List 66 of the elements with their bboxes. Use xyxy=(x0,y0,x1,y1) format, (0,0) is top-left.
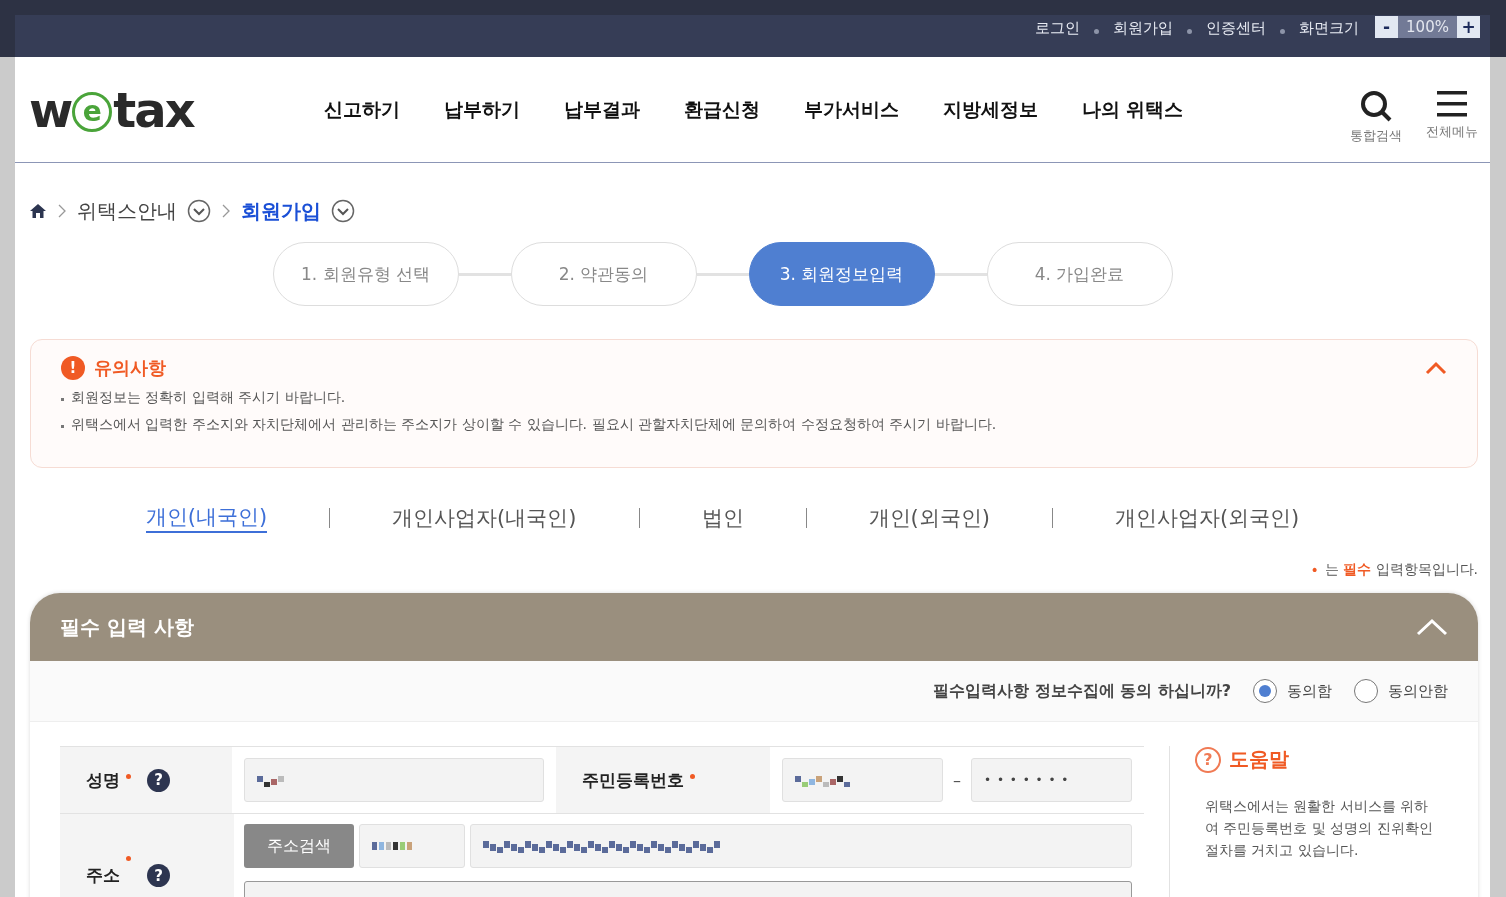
radio-button[interactable] xyxy=(1253,679,1277,703)
separator-dot xyxy=(1187,28,1192,34)
notice-text: 회원정보는 정확히 입력해 주시기 바랍니다. xyxy=(61,389,1447,407)
step-indicator: 3. 회원정보입력 xyxy=(748,242,935,306)
menu-icon xyxy=(1436,88,1468,119)
member-type-tab[interactable]: 개인(내국인) xyxy=(145,503,268,533)
separator-dot xyxy=(1280,28,1285,34)
id-number-field[interactable] xyxy=(782,758,943,802)
step-indicator: 1. 회원유형 선택 xyxy=(272,242,459,306)
nav-item[interactable]: 납부결과 xyxy=(563,96,640,123)
required-note: 는 필수 입력항목입니다. xyxy=(1324,561,1478,579)
zoom-level: 100% xyxy=(1398,16,1457,38)
home-icon[interactable] xyxy=(29,203,47,219)
radio-label[interactable]: 동의안함 xyxy=(1388,681,1448,701)
chevron-right-icon xyxy=(57,203,67,219)
radio-button[interactable] xyxy=(1354,679,1378,703)
member-type-tab[interactable]: 개인(외국인) xyxy=(868,504,990,532)
notice-title: 유의사항 xyxy=(94,356,166,380)
search-icon xyxy=(1359,88,1393,123)
chevron-right-icon xyxy=(221,203,231,219)
radio-label[interactable]: 동의함 xyxy=(1287,681,1332,701)
field-label: 성명 xyxy=(86,768,120,792)
nav-item[interactable]: 부가서비스 xyxy=(803,96,899,123)
help-title: 도움말 xyxy=(1229,746,1289,773)
required-mark: • xyxy=(1310,562,1319,578)
nav-item[interactable]: 환급신청 xyxy=(683,96,760,123)
name-field[interactable] xyxy=(244,758,545,802)
top-link[interactable]: 화면크기 xyxy=(1299,16,1359,40)
dropdown-icon[interactable] xyxy=(331,199,355,223)
zoom-out-button[interactable]: - xyxy=(1375,16,1398,38)
breadcrumb-link[interactable]: 위택스안내 xyxy=(77,197,177,225)
notice-text: 위택스에서 입력한 주소지와 자치단체에서 관리하는 주소지가 상이할 수 있습니다. 필요시 관할자치단체에 문의하여 수정요청하여 주시기 바랍니다. xyxy=(61,416,1447,434)
nav-item[interactable]: 신고하기 xyxy=(323,96,400,123)
nav-item[interactable]: 납부하기 xyxy=(443,96,520,123)
address-field[interactable] xyxy=(470,824,1132,868)
top-link[interactable]: 로그인 xyxy=(1035,16,1080,40)
alert-icon: ! xyxy=(61,356,85,380)
member-type-tab[interactable]: 개인사업자(내국인) xyxy=(392,504,577,532)
help-icon: ? xyxy=(1195,746,1221,773)
separator-dot xyxy=(1094,28,1099,34)
step-indicator: 2. 약관동의 xyxy=(510,242,697,306)
collapse-icon[interactable] xyxy=(1425,361,1447,375)
separator: – xyxy=(953,770,961,790)
id-number-field[interactable]: • • • • • • • xyxy=(971,758,1132,802)
step-indicator: 4. 가입완료 xyxy=(986,242,1173,306)
consent-question: 필수입력사항 정보수집에 동의 하십니까? xyxy=(933,680,1231,702)
nav-item[interactable]: 지방세정보 xyxy=(942,96,1038,123)
breadcrumb-link[interactable]: 회원가입 xyxy=(241,197,321,225)
logo[interactable]: w e tax xyxy=(29,81,194,138)
top-link[interactable]: 회원가입 xyxy=(1113,16,1173,40)
address-search-button[interactable]: 주소검색 xyxy=(244,824,354,868)
top-link[interactable]: 인증센터 xyxy=(1206,16,1266,40)
postcode-field[interactable] xyxy=(359,824,465,868)
dropdown-icon[interactable] xyxy=(187,199,211,223)
help-icon[interactable]: ? xyxy=(147,864,170,887)
member-type-tab[interactable]: 개인사업자(외국인) xyxy=(1114,504,1300,532)
help-icon[interactable]: ? xyxy=(147,768,170,792)
section-title: 필수 입력 사항 xyxy=(60,613,194,641)
nav-item[interactable]: 나의 위택스 xyxy=(1081,96,1184,123)
field-label: 주소 xyxy=(86,864,120,887)
zoom-in-button[interactable]: + xyxy=(1457,16,1480,38)
search-tool[interactable]: 통합검색 xyxy=(1350,88,1402,145)
help-text: 위택스에서는 원활한 서비스를 위하여 주민등록번호 및 성명의 진위확인 절차를 거치고 있습니다. xyxy=(1205,797,1434,860)
field-label: 주민등록번호 xyxy=(582,768,685,792)
menu-tool[interactable]: 전체메뉴 xyxy=(1426,88,1478,145)
member-type-tab[interactable]: 법인 xyxy=(701,504,744,532)
